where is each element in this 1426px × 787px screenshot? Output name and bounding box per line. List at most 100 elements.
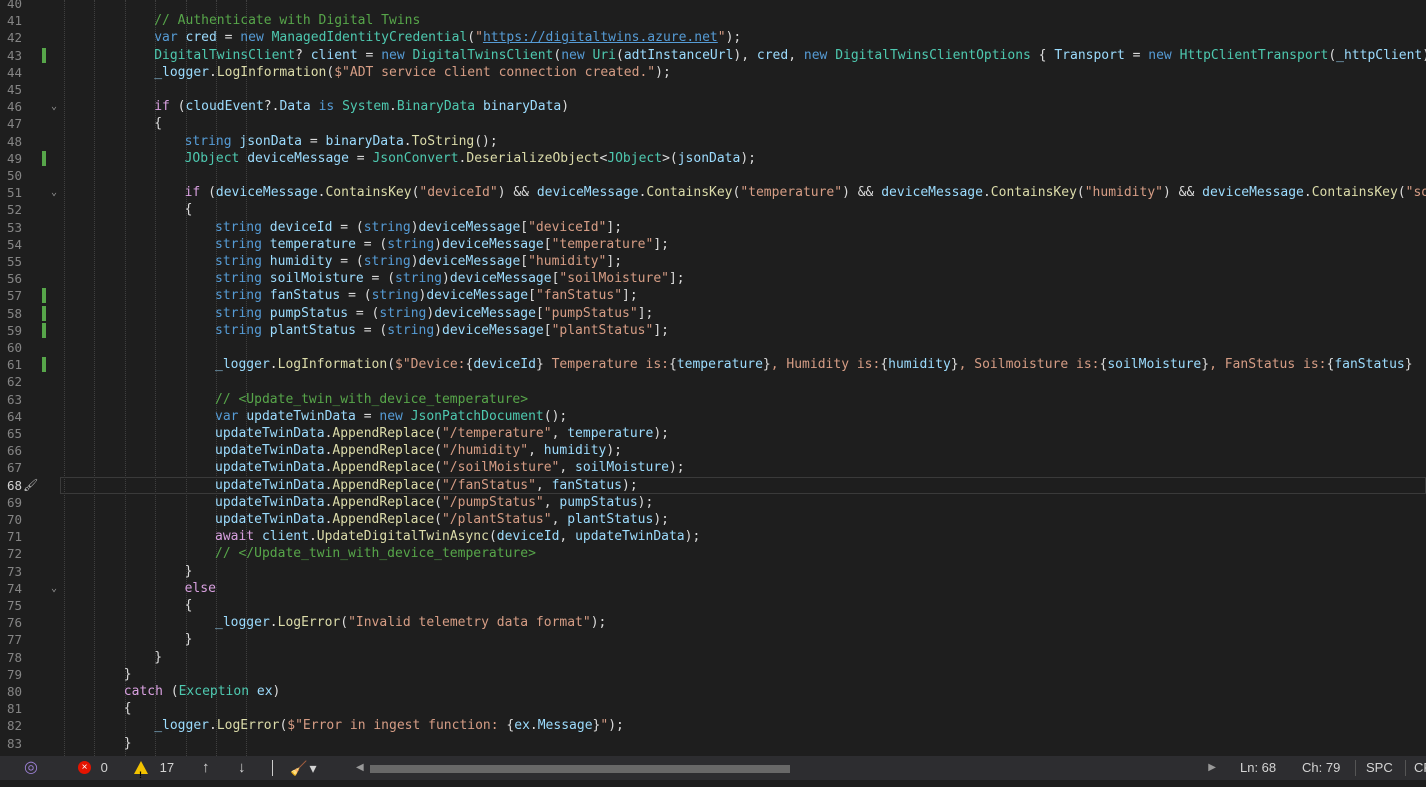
quick-action-brush-icon[interactable]: 🖌 — [23, 477, 39, 494]
code-text[interactable]: updateTwinData.AppendReplace("/soilMoist… — [215, 459, 685, 476]
code-line[interactable]: 61 _logger.LogInformation($"Device: {devic… — [0, 356, 1426, 373]
code-text[interactable]: catch (Exception ex) — [124, 683, 281, 700]
code-text[interactable]: { — [185, 201, 193, 218]
code-text[interactable]: } — [154, 649, 162, 666]
code-line[interactable]: 68 🖌 updateTwinData.AppendReplace("/fanSta… — [0, 476, 1426, 494]
code-line[interactable]: 51 ⌄ if (deviceMessage.ContainsKey("device… — [0, 184, 1426, 201]
code-line[interactable]: 59 string plantStatus = (string)deviceMes… — [0, 322, 1426, 339]
code-line[interactable]: 75 { — [0, 597, 1426, 614]
warning-indicator[interactable]: ! 17 — [134, 756, 174, 780]
code-text[interactable]: _logger.LogError($"Error in ingest funct… — [154, 717, 624, 734]
code-editor[interactable]: 40 41// Authenticate with Digital Twins 42… — [0, 0, 1426, 756]
code-line[interactable]: 48 string jsonData = binaryData.ToString(… — [0, 133, 1426, 150]
code-text[interactable]: string temperature = (string)deviceMessa… — [215, 236, 669, 253]
scroll-right-icon[interactable]: ▶ — [1208, 756, 1216, 780]
code-text[interactable]: updateTwinData.AppendReplace("/temperatu… — [215, 425, 669, 442]
code-text[interactable]: updateTwinData.AppendReplace("/fanStatus… — [215, 477, 638, 494]
code-line[interactable]: 56 string soilMoisture = (string)deviceMe… — [0, 270, 1426, 287]
code-text[interactable]: var updateTwinData = new JsonPatchDocume… — [215, 408, 567, 425]
code-text[interactable]: else — [185, 580, 216, 597]
code-text[interactable]: // Authenticate with Digital Twins — [154, 12, 420, 29]
code-text[interactable]: string soilMoisture = (string)deviceMess… — [215, 270, 685, 287]
code-line[interactable]: 44 _logger.LogInformation($"ADT service c… — [0, 64, 1426, 81]
code-line[interactable]: 81 { — [0, 700, 1426, 717]
code-text[interactable]: string pumpStatus = (string)deviceMessag… — [215, 305, 653, 322]
code-line[interactable]: 63 // <Update_twin_with_device_temperatur… — [0, 391, 1426, 408]
fold-toggle-icon[interactable]: ⌄ — [49, 98, 59, 115]
code-text[interactable]: if (cloudEvent?.Data is System.BinaryDat… — [154, 98, 569, 115]
code-line[interactable]: 58 string pumpStatus = (string)deviceMess… — [0, 305, 1426, 322]
code-line[interactable]: 71 await client.UpdateDigitalTwinAsync(de… — [0, 528, 1426, 545]
code-text[interactable]: if (deviceMessage.ContainsKey("deviceId"… — [185, 184, 1426, 201]
scrollbar-thumb[interactable] — [370, 765, 790, 773]
code-line[interactable]: 52 { — [0, 201, 1426, 218]
code-line[interactable]: 64 var updateTwinData = new JsonPatchDocu… — [0, 408, 1426, 425]
code-line[interactable]: 60 — [0, 339, 1426, 356]
code-text[interactable]: updateTwinData.AppendReplace("/humidity"… — [215, 442, 622, 459]
code-text[interactable]: updateTwinData.AppendReplace("/pumpStatu… — [215, 494, 653, 511]
horizontal-scrollbar[interactable]: ◀ ▶ — [356, 762, 1216, 774]
code-line[interactable]: 43 DigitalTwinsClient? client = new Digit… — [0, 47, 1426, 64]
code-line[interactable]: 49 JObject deviceMessage = JsonConvert.De… — [0, 150, 1426, 167]
code-line[interactable]: 66 updateTwinData.AppendReplace("/humidit… — [0, 442, 1426, 459]
code-text[interactable]: { — [185, 597, 193, 614]
code-line[interactable]: 47 { — [0, 115, 1426, 132]
code-text[interactable]: } — [185, 631, 193, 648]
code-line[interactable]: 77} — [0, 631, 1426, 648]
code-text[interactable]: string deviceId = (string)deviceMessage[… — [215, 219, 622, 236]
code-line[interactable]: 53 string deviceId = (string)deviceMessag… — [0, 219, 1426, 236]
code-text[interactable]: } — [124, 735, 132, 752]
code-text[interactable]: JObject deviceMessage = JsonConvert.Dese… — [185, 150, 756, 167]
code-line[interactable]: 76 _logger.LogError("Invalid telemetry da… — [0, 614, 1426, 631]
code-line[interactable]: 79} — [0, 666, 1426, 683]
code-text[interactable]: { — [154, 115, 162, 132]
code-line[interactable]: 55 string humidity = (string)deviceMessag… — [0, 253, 1426, 270]
code-text[interactable]: string jsonData = binaryData.ToString(); — [185, 133, 498, 150]
code-line[interactable]: 62 — [0, 373, 1426, 390]
code-line[interactable]: 57 string fanStatus = (string)deviceMessa… — [0, 287, 1426, 304]
code-line[interactable]: 41 // Authenticate with Digital Twins — [0, 12, 1426, 29]
code-line[interactable]: 83} — [0, 735, 1426, 752]
code-text[interactable]: updateTwinData.AppendReplace("/plantStat… — [215, 511, 669, 528]
code-line[interactable]: 78} — [0, 649, 1426, 666]
code-line[interactable]: 73} — [0, 563, 1426, 580]
code-text[interactable]: _logger.LogError("Invalid telemetry data… — [215, 614, 606, 631]
code-text[interactable]: _logger.LogInformation($"ADT service cli… — [154, 64, 671, 81]
column-indicator[interactable]: Ch: 79 — [1302, 756, 1340, 780]
code-text[interactable]: // <Update_twin_with_device_temperature> — [215, 391, 528, 408]
code-line[interactable]: 70 updateTwinData.AppendReplace("/plantSt… — [0, 511, 1426, 528]
code-text[interactable]: var cred = new ManagedIdentityCredential… — [154, 29, 741, 46]
code-cleanup-button[interactable]: 🧹 ▾ — [290, 756, 316, 780]
code-text[interactable]: } — [124, 666, 132, 683]
code-line[interactable]: 40 — [0, 0, 1426, 12]
line-indicator[interactable]: Ln: 68 — [1240, 756, 1276, 780]
code-line[interactable]: 80 catch (Exception ex) — [0, 683, 1426, 700]
code-line[interactable]: 82 _logger.LogError($"Error in ingest fun… — [0, 717, 1426, 734]
code-line[interactable]: 74 ⌄ else — [0, 580, 1426, 597]
code-text[interactable]: await client.UpdateDigitalTwinAsync(devi… — [215, 528, 700, 545]
code-line[interactable]: 67 updateTwinData.AppendReplace("/soilMoi… — [0, 459, 1426, 476]
code-line[interactable]: 65 updateTwinData.AppendReplace("/tempera… — [0, 425, 1426, 442]
code-line[interactable]: 72 // </Update_twin_with_device_temperatu… — [0, 545, 1426, 562]
next-issue-button[interactable]: ↓ — [238, 756, 246, 780]
code-text[interactable]: _logger.LogInformation($"Device: {deviceI… — [215, 356, 1413, 373]
code-line[interactable]: 45 — [0, 81, 1426, 98]
code-line[interactable]: 54 string temperature = (string)deviceMes… — [0, 236, 1426, 253]
fold-toggle-icon[interactable]: ⌄ — [49, 580, 59, 597]
code-text[interactable]: string plantStatus = (string)deviceMessa… — [215, 322, 669, 339]
code-line[interactable]: 69 updateTwinData.AppendReplace("/pumpSta… — [0, 494, 1426, 511]
code-text[interactable]: } — [185, 563, 193, 580]
code-line[interactable]: 50 — [0, 167, 1426, 184]
code-line[interactable]: 46 ⌄ if (cloudEvent?.Data is System.Binary… — [0, 98, 1426, 115]
whitespace-indicator[interactable]: SPC — [1366, 756, 1393, 780]
code-text[interactable]: DigitalTwinsClient? client = new Digital… — [154, 47, 1426, 64]
fold-toggle-icon[interactable]: ⌄ — [49, 184, 59, 201]
code-line[interactable]: 42 var cred = new ManagedIdentityCredenti… — [0, 29, 1426, 46]
copilot-icon[interactable]: ◎ — [24, 756, 38, 780]
scroll-left-icon[interactable]: ◀ — [356, 756, 364, 780]
code-text[interactable]: // </Update_twin_with_device_temperature… — [215, 545, 536, 562]
code-text[interactable]: { — [124, 700, 132, 717]
code-text[interactable]: string fanStatus = (string)deviceMessage… — [215, 287, 638, 304]
error-indicator[interactable]: × 0 — [78, 756, 108, 780]
previous-issue-button[interactable]: ↑ — [202, 756, 210, 780]
